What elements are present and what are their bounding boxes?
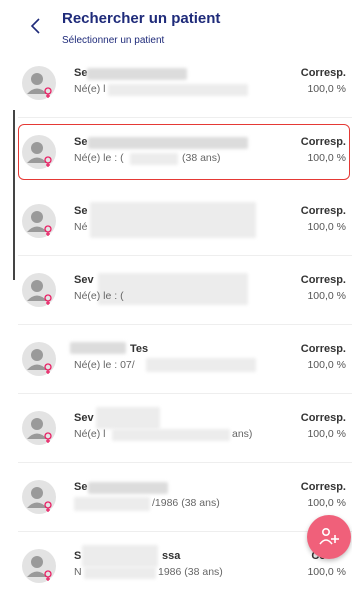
back-button[interactable] <box>26 14 46 38</box>
row-divider <box>18 255 352 256</box>
patient-avatar-icon <box>22 273 56 307</box>
match-value: 100,0 % <box>307 428 346 440</box>
match-label: Corresp. <box>300 412 346 424</box>
patient-avatar-icon <box>22 549 56 583</box>
match-label: Corresp. <box>300 205 346 217</box>
redacted-dob <box>112 429 230 441</box>
row-divider <box>18 117 352 118</box>
patient-avatar-icon <box>22 66 56 100</box>
patient-row[interactable]: Tes Né(e) le : 07/ Corresp. 100,0 % <box>0 332 352 386</box>
redacted-dob <box>146 358 256 372</box>
patient-age: ans) <box>232 428 253 440</box>
match-label: Corresp. <box>300 274 346 286</box>
redacted-dob <box>108 84 248 96</box>
patient-row[interactable]: Se Né Corresp. 100,0 % <box>0 194 352 248</box>
match-value: 100,0 % <box>307 497 346 509</box>
patient-name: Se <box>74 136 88 148</box>
app-header: Rechercher un patient Sélectionner un pa… <box>0 0 352 56</box>
patient-name: Se <box>74 205 88 217</box>
match-value: 100,0 % <box>307 566 346 578</box>
page-title: Rechercher un patient <box>62 10 221 27</box>
patient-dob: Né(e) le : ( <box>74 290 124 302</box>
patient-name: Sev <box>74 274 94 286</box>
chevron-left-icon <box>30 18 40 34</box>
patient-avatar-icon <box>22 204 56 238</box>
redacted-name <box>70 342 126 354</box>
row-divider <box>18 462 352 463</box>
patient-avatar-icon <box>22 135 56 169</box>
patient-avatar-icon <box>22 342 56 376</box>
patient-row[interactable]: Se /1986 (38 ans) Corresp. 100,0 % <box>0 470 352 524</box>
patient-row[interactable]: Sev Né(e) l ans) Corresp. 100,0 % <box>0 401 352 455</box>
patient-avatar-icon <box>22 480 56 514</box>
patient-name: Se <box>74 481 88 493</box>
redacted-dob <box>74 497 150 511</box>
row-divider <box>18 324 352 325</box>
patient-dob: N <box>74 566 82 578</box>
patient-name: Se <box>74 67 88 79</box>
patient-row[interactable]: Sev Né(e) le : ( Corresp. 100,0 % <box>0 263 352 317</box>
patient-age: (38 ans) <box>182 152 221 164</box>
patient-dob: Né <box>74 221 88 233</box>
patient-row[interactable]: S ssa N 1986 (38 ans) Co 100,0 % <box>0 539 352 593</box>
redacted-name <box>87 68 187 80</box>
patient-dob: Né(e) l <box>74 83 106 95</box>
add-person-icon <box>319 527 339 545</box>
match-value: 100,0 % <box>307 221 346 233</box>
row-divider <box>18 393 352 394</box>
patient-dob: Né(e) le : ( <box>74 152 124 164</box>
patient-dob: Né(e) l <box>74 428 106 440</box>
redacted-name <box>96 407 160 429</box>
redacted-name <box>88 137 248 149</box>
patient-avatar-icon <box>22 411 56 445</box>
redacted-dob <box>84 567 156 579</box>
match-label: Corresp. <box>300 136 346 148</box>
match-label: Corresp. <box>300 481 346 493</box>
patient-name: Sev <box>74 412 94 424</box>
patient-dob: /1986 (38 ans) <box>152 497 220 509</box>
row-divider <box>18 531 352 532</box>
redacted-dob <box>130 153 178 165</box>
patient-dob: Né(e) le : 07/ <box>74 359 135 371</box>
redacted-name <box>82 545 158 567</box>
redacted-name <box>88 482 168 494</box>
patient-name: S <box>74 550 82 562</box>
patient-row[interactable]: Se Né(e) l Corresp. 100,0 % <box>0 56 352 110</box>
page-subtitle: Sélectionner un patient <box>62 35 165 46</box>
patient-age: 1986 (38 ans) <box>158 566 223 578</box>
patient-name: Tes <box>130 343 149 355</box>
match-label: Corresp. <box>300 343 346 355</box>
match-value: 100,0 % <box>307 290 346 302</box>
patient-row-selected[interactable]: Se Né(e) le : ( (38 ans) Corresp. 100,0 … <box>0 124 352 180</box>
patient-name-suffix: ssa <box>162 550 181 562</box>
match-value: 100,0 % <box>307 152 346 164</box>
match-value: 100,0 % <box>307 83 346 95</box>
add-patient-button[interactable] <box>307 515 351 559</box>
match-value: 100,0 % <box>307 359 346 371</box>
match-label: Corresp. <box>300 67 346 79</box>
redacted-info <box>90 202 256 238</box>
